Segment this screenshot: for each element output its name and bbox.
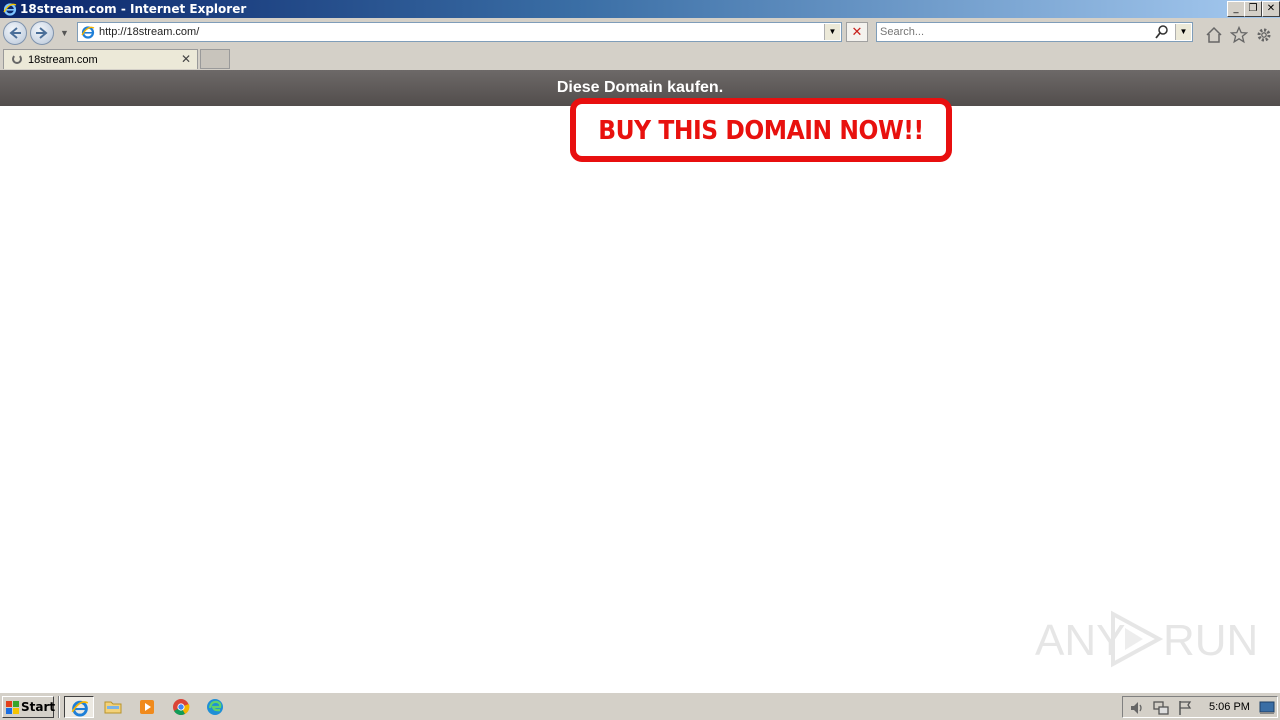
restore-button[interactable]: ❐ — [1244, 1, 1262, 17]
history-dropdown[interactable]: ▼ — [60, 28, 70, 38]
settings-gear-icon[interactable] — [1255, 26, 1273, 44]
search-dropdown-button[interactable]: ▼ — [1175, 24, 1191, 40]
system-tray: 5:06 PM — [1122, 696, 1278, 718]
window-titlebar: 18stream.com - Internet Explorer _ ❐ ✕ — [0, 0, 1280, 18]
address-bar[interactable]: http://18stream.com/ ▼ — [77, 22, 842, 42]
folder-icon — [104, 701, 122, 714]
favorites-star-icon[interactable] — [1230, 26, 1248, 44]
page-favicon-icon — [81, 26, 95, 39]
window-title: 18stream.com - Internet Explorer — [20, 2, 247, 16]
back-button[interactable] — [3, 21, 27, 45]
buy-domain-button[interactable]: BUY THIS DOMAIN NOW!! — [570, 98, 952, 162]
tab-strip: 18stream.com ✕ — [0, 48, 1280, 70]
minimize-button[interactable]: _ — [1227, 1, 1245, 17]
address-dropdown-button[interactable]: ▼ — [824, 24, 840, 40]
loading-spinner-icon — [12, 54, 22, 64]
tab-label: 18stream.com — [28, 54, 98, 66]
forward-button[interactable] — [30, 21, 54, 45]
taskbar-edge[interactable] — [200, 696, 230, 718]
anyrun-watermark: ANY RUN — [1035, 610, 1258, 670]
new-tab-button[interactable] — [200, 49, 230, 69]
search-box[interactable]: ▼ — [876, 22, 1193, 42]
network-icon[interactable] — [1153, 700, 1169, 716]
internet-explorer-icon — [3, 3, 17, 16]
taskbar-chrome[interactable] — [166, 696, 196, 718]
taskbar-media-player[interactable] — [132, 696, 162, 718]
media-player-icon — [140, 700, 154, 714]
internet-explorer-icon — [71, 700, 89, 717]
action-center-flag-icon[interactable] — [1177, 700, 1193, 716]
taskbar-file-explorer[interactable] — [98, 696, 128, 718]
start-label: Start — [21, 700, 56, 714]
edge-icon — [207, 699, 223, 715]
volume-icon[interactable] — [1129, 700, 1145, 716]
chrome-icon — [173, 699, 190, 715]
start-button[interactable]: Start — [2, 696, 56, 718]
play-logo-icon — [1111, 610, 1164, 668]
stop-button[interactable]: ✕ — [846, 22, 868, 42]
clock[interactable]: 5:06 PM — [1209, 701, 1250, 713]
navigation-bar: ▼ http://18stream.com/ ▼ ✕ ▼ — [0, 18, 1280, 48]
watermark-right-text: RUN — [1163, 616, 1259, 665]
taskbar: Start 5:06 PM — [0, 692, 1280, 720]
page-content: Diese Domain kaufen. BUY THIS DOMAIN NOW… — [0, 70, 1280, 692]
home-icon[interactable] — [1205, 26, 1223, 44]
search-icon[interactable] — [1154, 24, 1170, 40]
back-arrow-icon — [9, 27, 21, 39]
taskbar-separator — [58, 696, 60, 718]
windows-logo-icon — [6, 701, 19, 714]
close-tab-button[interactable]: ✕ — [181, 52, 191, 66]
forward-arrow-icon — [36, 27, 48, 39]
address-url[interactable]: http://18stream.com/ — [99, 26, 199, 38]
tab-18stream[interactable]: 18stream.com ✕ — [3, 49, 198, 69]
buy-domain-text: BUY THIS DOMAIN NOW!! — [598, 116, 924, 146]
taskbar-internet-explorer[interactable] — [64, 696, 94, 718]
close-window-button[interactable]: ✕ — [1262, 1, 1280, 17]
show-desktop-icon[interactable] — [1259, 700, 1275, 716]
search-input[interactable] — [880, 24, 1150, 40]
